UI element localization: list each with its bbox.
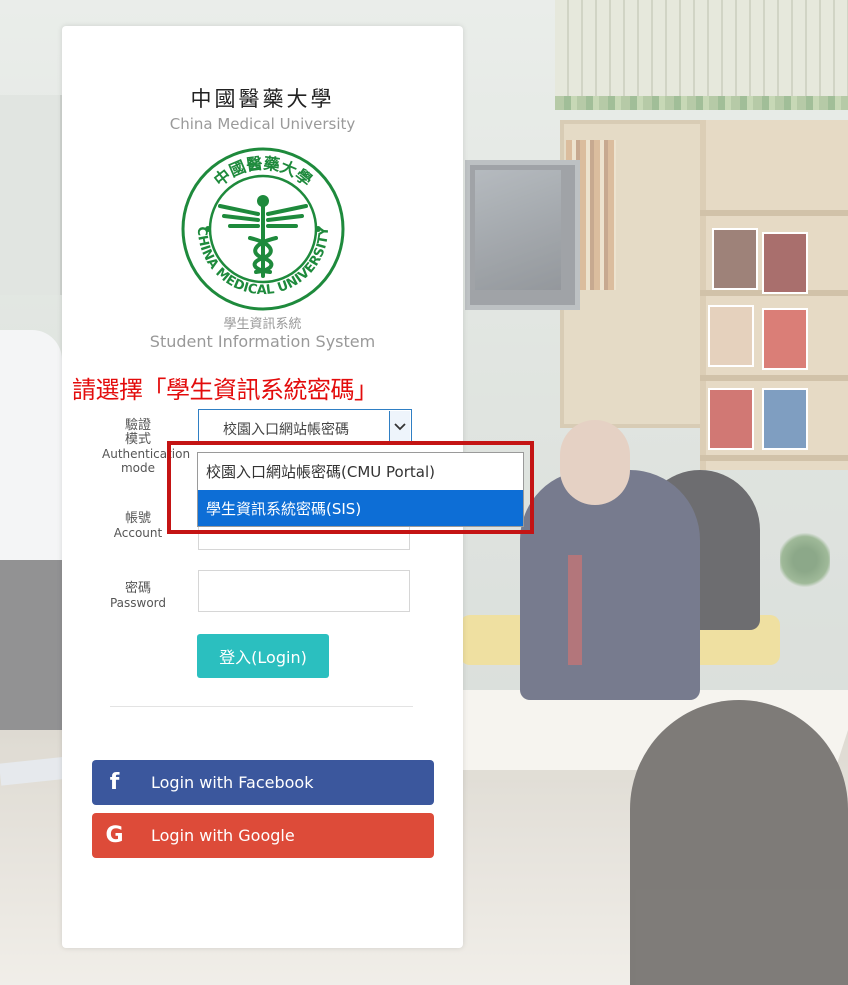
divider xyxy=(110,706,413,707)
password-label-cn: 密碼 xyxy=(124,581,151,596)
university-name-en: China Medical University xyxy=(169,115,356,133)
auth-mode-label-en-2: mode xyxy=(120,461,156,475)
auth-mode-label-en-1: Authentication xyxy=(102,447,191,461)
account-label-en: Account xyxy=(113,526,163,540)
facebook-login-label: Login with Facebook xyxy=(151,773,314,792)
system-name-en: Student Information System xyxy=(149,332,376,351)
facebook-login-button[interactable]: f Login with Facebook xyxy=(92,760,434,805)
auth-mode-label-cn-2: 模式 xyxy=(124,432,151,447)
google-login-label: Login with Google xyxy=(151,826,295,845)
instruction-text: 請選擇「學生資訊系統密碼」 xyxy=(72,376,378,404)
university-seal-logo: 中國醫藥大學 CHINA MEDICAL UNIVERSITY xyxy=(181,147,345,311)
password-label-en: Password xyxy=(109,596,167,610)
google-login-button[interactable]: G Login with Google xyxy=(92,813,434,858)
account-label: 帳號 Account xyxy=(102,511,174,541)
auth-mode-select[interactable]: 校園入口網站帳密碼 xyxy=(198,409,412,445)
account-label-cn: 帳號 xyxy=(124,511,151,526)
password-input[interactable] xyxy=(198,570,410,612)
auth-mode-label-cn-1: 驗證 xyxy=(124,418,151,433)
google-icon: G xyxy=(105,823,124,848)
auth-mode-selected-value: 校園入口網站帳密碼 xyxy=(223,422,349,438)
auth-mode-label: 驗證 模式 Authentication mode xyxy=(102,418,191,476)
login-button[interactable]: 登入(Login) xyxy=(197,634,329,678)
system-name-cn: 學生資訊系統 xyxy=(223,317,302,332)
annotation-highlight-box xyxy=(167,441,534,534)
university-name-cn: 中國醫藥大學 xyxy=(190,87,335,111)
facebook-icon: f xyxy=(109,770,120,795)
chevron-down-icon[interactable] xyxy=(389,411,410,443)
password-label: 密碼 Password xyxy=(102,581,174,611)
